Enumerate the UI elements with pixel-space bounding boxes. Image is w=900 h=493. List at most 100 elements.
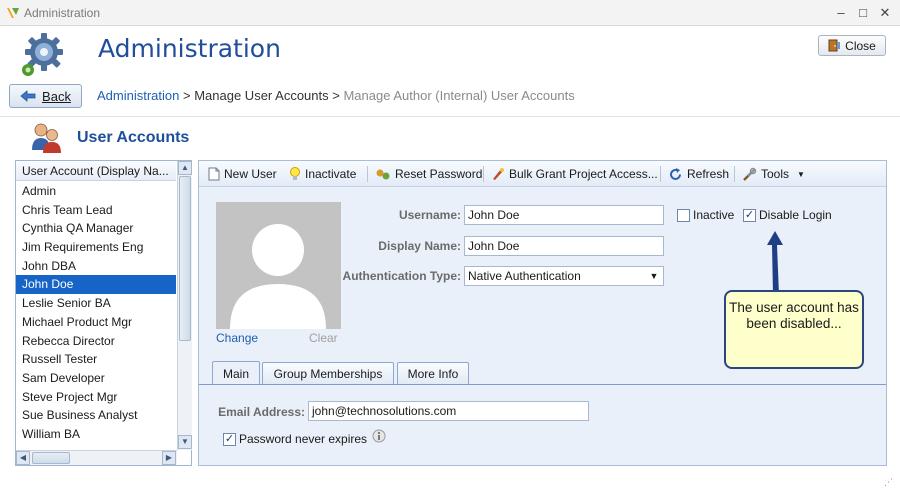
email-field[interactable]: john@technosolutions.com xyxy=(308,401,589,421)
scroll-down-button[interactable]: ▼ xyxy=(178,435,192,449)
reset-password-button[interactable]: Reset Password xyxy=(375,165,482,183)
dropdown-arrow-icon: ▼ xyxy=(797,169,805,179)
header-divider xyxy=(0,116,900,117)
auth-type-select[interactable]: Native Authentication ▼ xyxy=(464,266,664,286)
gear-icon xyxy=(22,33,63,76)
list-item[interactable]: Sue Business Analyst xyxy=(16,406,176,425)
section-title: User Accounts xyxy=(77,129,190,146)
vertical-scrollbar[interactable]: ▲ ▼ xyxy=(177,161,192,450)
list-item[interactable]: Cynthia QA Manager xyxy=(16,219,176,238)
back-button[interactable]: Back xyxy=(9,84,82,108)
breadcrumb-next: Manage Author (Internal) User Accounts xyxy=(343,88,575,103)
new-user-label: New User xyxy=(224,167,277,181)
password-never-expires-checkbox[interactable]: ✓ xyxy=(223,433,236,446)
username-field[interactable]: John Doe xyxy=(464,205,664,225)
reset-password-label: Reset Password xyxy=(395,167,483,181)
callout-arrow xyxy=(767,231,783,295)
tab-strip-divider xyxy=(199,384,886,385)
toolbar-separator xyxy=(660,166,661,182)
avatar-placeholder-icon xyxy=(230,224,326,329)
toolbar-separator xyxy=(734,166,735,182)
door-exit-icon xyxy=(828,39,841,52)
email-label: Email Address: xyxy=(218,405,305,419)
breadcrumb: Administration > Manage User Accounts > … xyxy=(97,88,575,103)
auth-type-value: Native Authentication xyxy=(468,269,581,283)
scroll-up-button[interactable]: ▲ xyxy=(178,161,192,175)
list-item[interactable]: Sam Developer xyxy=(16,369,176,388)
close-button[interactable]: Close xyxy=(818,35,886,56)
tools-label: Tools xyxy=(761,167,790,181)
minimize-button[interactable]: – xyxy=(830,4,852,22)
tools-menu-button[interactable]: Tools ▼ xyxy=(742,165,805,183)
list-item[interactable]: John DBA xyxy=(16,257,176,276)
toolbar-separator xyxy=(483,166,484,182)
lightbulb-icon xyxy=(290,167,300,180)
inactivate-label: Inactivate xyxy=(305,167,357,181)
password-never-expires-label: Password never expires xyxy=(239,432,368,446)
scroll-thumb[interactable] xyxy=(179,176,191,341)
refresh-label: Refresh xyxy=(687,167,730,181)
resize-grip-icon[interactable]: ⋰ xyxy=(884,477,896,489)
list-item[interactable]: Admin xyxy=(16,182,176,201)
list-item[interactable]: Russell Tester xyxy=(16,350,176,369)
back-button-label: Back xyxy=(42,88,71,104)
username-label: Username: xyxy=(398,208,461,222)
reset-password-icon xyxy=(376,169,390,180)
disable-login-checkbox[interactable]: ✓ xyxy=(743,209,756,222)
key-grant-icon xyxy=(493,168,504,180)
display-name-label: Display Name: xyxy=(378,239,461,253)
list-column-header[interactable]: User Account (Display Na... xyxy=(16,161,176,181)
toolbar: New User Inactivate Reset Password Bulk … xyxy=(199,161,886,187)
info-icon[interactable] xyxy=(372,429,386,445)
window-title-bar: Administration – □ ✕ xyxy=(0,0,900,26)
disable-login-label: Disable Login xyxy=(759,208,832,222)
page-title: Administration xyxy=(98,34,281,63)
refresh-button[interactable]: Refresh xyxy=(668,165,729,183)
close-button-label: Close xyxy=(845,38,876,53)
inactivate-button[interactable]: Inactivate xyxy=(289,165,356,183)
users-icon xyxy=(32,123,61,153)
tab-more-info[interactable]: More Info xyxy=(397,362,469,385)
list-item[interactable]: Leslie Senior BA xyxy=(16,294,176,313)
callout-note: The user account has been disabled... xyxy=(724,290,864,369)
inactive-label: Inactive xyxy=(693,208,735,222)
auth-type-label: Authentication Type: xyxy=(342,269,461,283)
window-title: Administration xyxy=(24,6,101,20)
new-user-button[interactable]: New User xyxy=(208,165,277,183)
chevron-down-icon: ▼ xyxy=(649,271,659,281)
list-item[interactable]: Steve Project Mgr xyxy=(16,388,176,407)
list-item-selected[interactable]: John Doe xyxy=(16,275,176,295)
display-name-field[interactable]: John Doe xyxy=(464,236,664,256)
list-items: Admin Chris Team Lead Cynthia QA Manager… xyxy=(16,182,176,444)
breadcrumb-current: Manage User Accounts xyxy=(194,88,329,103)
change-avatar-link[interactable]: Change xyxy=(216,331,258,345)
new-document-icon xyxy=(208,167,220,181)
scroll-thumb-horizontal[interactable] xyxy=(32,452,70,464)
tab-group-memberships[interactable]: Group Memberships xyxy=(262,362,394,385)
app-logo-icon xyxy=(7,8,19,18)
list-item[interactable]: Rebecca Director xyxy=(16,332,176,351)
inactive-checkbox[interactable] xyxy=(677,209,690,222)
avatar xyxy=(216,202,341,329)
breadcrumb-separator: > xyxy=(183,88,191,103)
list-item[interactable]: Jim Requirements Eng xyxy=(16,238,176,257)
maximize-button[interactable]: □ xyxy=(852,4,874,22)
list-item[interactable]: William BA xyxy=(16,425,176,444)
breadcrumb-administration-link[interactable]: Administration xyxy=(97,88,179,103)
user-account-list[interactable]: User Account (Display Na... Admin Chris … xyxy=(15,160,192,466)
toolbar-separator xyxy=(367,166,368,182)
list-item[interactable]: Chris Team Lead xyxy=(16,201,176,220)
list-item[interactable]: Michael Product Mgr xyxy=(16,313,176,332)
horizontal-scrollbar[interactable]: ◀ ▶ xyxy=(16,450,177,465)
bulk-grant-label: Bulk Grant Project Access... xyxy=(509,167,658,181)
arrow-left-icon xyxy=(20,90,36,102)
scroll-right-button[interactable]: ▶ xyxy=(162,451,176,465)
breadcrumb-separator: > xyxy=(332,88,340,103)
tools-icon xyxy=(743,167,757,181)
scroll-left-button[interactable]: ◀ xyxy=(16,451,30,465)
clear-avatar-link[interactable]: Clear xyxy=(309,331,338,345)
bulk-grant-button[interactable]: Bulk Grant Project Access... xyxy=(491,165,658,183)
tab-main[interactable]: Main xyxy=(212,361,260,385)
window-close-button[interactable]: ✕ xyxy=(874,4,896,22)
refresh-icon xyxy=(670,167,681,180)
